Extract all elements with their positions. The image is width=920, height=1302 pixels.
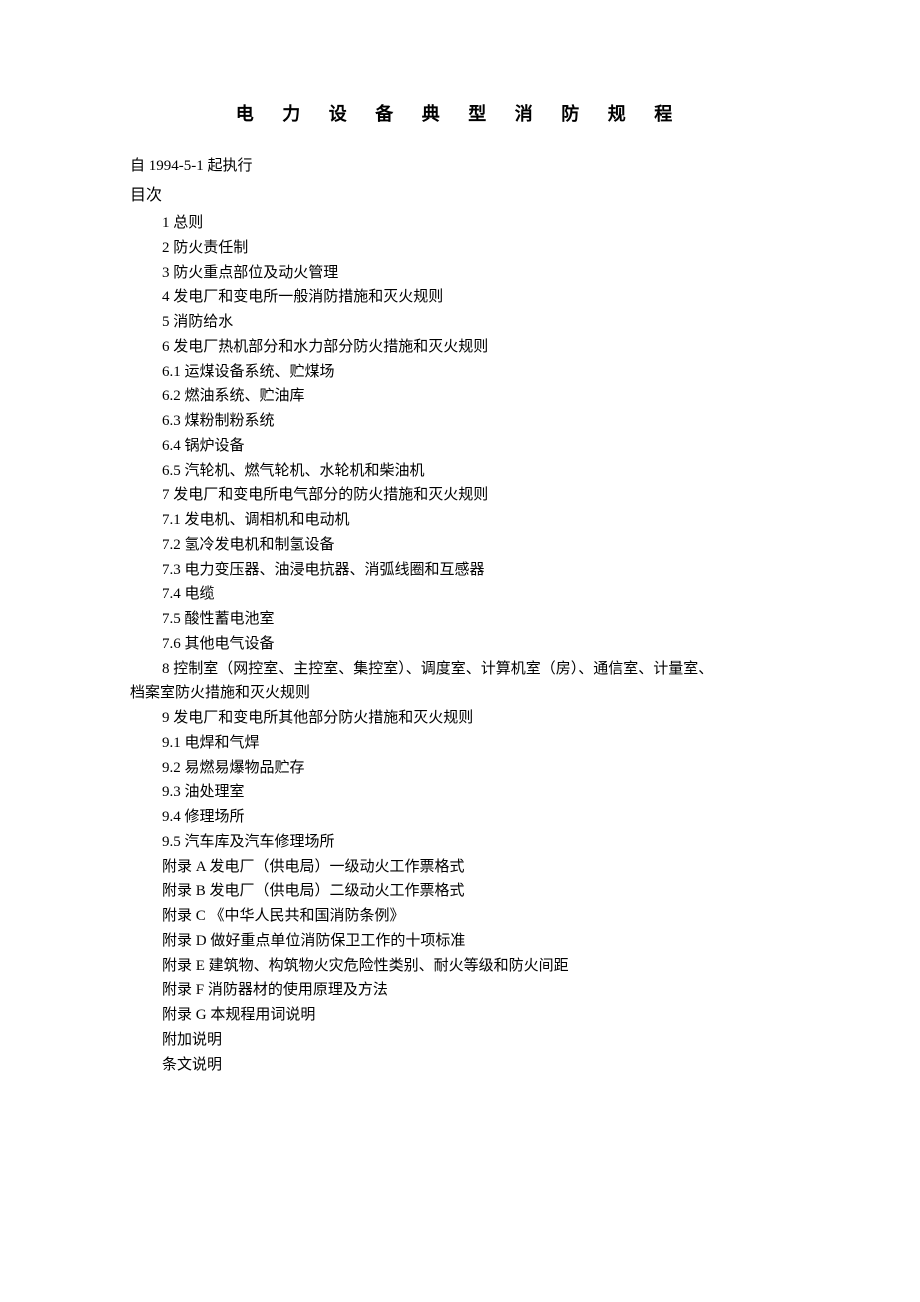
toc-entry: 9.5 汽车库及汽车修理场所 xyxy=(130,830,790,855)
document-page: 电 力 设 备 典 型 消 防 规 程 自 1994-5-1 起执行 目次 1 … xyxy=(0,0,920,1137)
toc-entry: 4 发电厂和变电所一般消防措施和灭火规则 xyxy=(130,285,790,310)
toc-entry: 附录 G 本规程用词说明 xyxy=(130,1003,790,1028)
toc-entry: 9.1 电焊和气焊 xyxy=(130,731,790,756)
document-title: 电 力 设 备 典 型 消 防 规 程 xyxy=(130,100,790,126)
toc-entry: 附录 C 《中华人民共和国消防条例》 xyxy=(130,904,790,929)
toc-entry: 附录 F 消防器材的使用原理及方法 xyxy=(130,978,790,1003)
toc-block-2: 9 发电厂和变电所其他部分防火措施和灭火规则 9.1 电焊和气焊 9.2 易燃易… xyxy=(130,706,790,1077)
toc-entry: 9 发电厂和变电所其他部分防火措施和灭火规则 xyxy=(130,706,790,731)
toc-entry: 3 防火重点部位及动火管理 xyxy=(130,261,790,286)
toc-entry: 6.3 煤粉制粉系统 xyxy=(130,409,790,434)
toc-entry: 6.4 锅炉设备 xyxy=(130,434,790,459)
toc-entry: 附加说明 xyxy=(130,1028,790,1053)
toc-entry: 条文说明 xyxy=(130,1053,790,1078)
toc-entry: 附录 E 建筑物、构筑物火灾危险性类别、耐火等级和防火间距 xyxy=(130,954,790,979)
toc-entry: 7.4 电缆 xyxy=(130,582,790,607)
toc-entry-wrapped-line1: 8 控制室（网控室、主控室、集控室）、调度室、计算机室（房）、通信室、计量室、 xyxy=(130,657,790,682)
toc-entry-wrapped-line2: 档案室防火措施和灭火规则 xyxy=(130,681,790,706)
toc-entry: 7.3 电力变压器、油浸电抗器、消弧线圈和互感器 xyxy=(130,558,790,583)
toc-block-1: 1 总则 2 防火责任制 3 防火重点部位及动火管理 4 发电厂和变电所一般消防… xyxy=(130,211,790,657)
toc-entry: 附录 D 做好重点单位消防保卫工作的十项标准 xyxy=(130,929,790,954)
toc-entry: 9.4 修理场所 xyxy=(130,805,790,830)
toc-entry: 9.2 易燃易爆物品贮存 xyxy=(130,756,790,781)
toc-entry: 1 总则 xyxy=(130,211,790,236)
toc-entry: 6 发电厂热机部分和水力部分防火措施和灭火规则 xyxy=(130,335,790,360)
effective-date-line: 自 1994-5-1 起执行 xyxy=(130,154,790,175)
toc-entry: 7.2 氢冷发电机和制氢设备 xyxy=(130,533,790,558)
toc-entry: 9.3 油处理室 xyxy=(130,780,790,805)
toc-entry: 附录 B 发电厂（供电局）二级动火工作票格式 xyxy=(130,879,790,904)
toc-entry: 6.5 汽轮机、燃气轮机、水轮机和柴油机 xyxy=(130,459,790,484)
toc-header: 目次 xyxy=(130,181,790,205)
toc-entry: 附录 A 发电厂（供电局）一级动火工作票格式 xyxy=(130,855,790,880)
toc-entry: 7.6 其他电气设备 xyxy=(130,632,790,657)
toc-entry: 2 防火责任制 xyxy=(130,236,790,261)
toc-entry: 7 发电厂和变电所电气部分的防火措施和灭火规则 xyxy=(130,483,790,508)
toc-entry: 6.1 运煤设备系统、贮煤场 xyxy=(130,360,790,385)
toc-entry: 7.1 发电机、调相机和电动机 xyxy=(130,508,790,533)
toc-entry: 6.2 燃油系统、贮油库 xyxy=(130,384,790,409)
toc-entry: 7.5 酸性蓄电池室 xyxy=(130,607,790,632)
toc-entry: 5 消防给水 xyxy=(130,310,790,335)
